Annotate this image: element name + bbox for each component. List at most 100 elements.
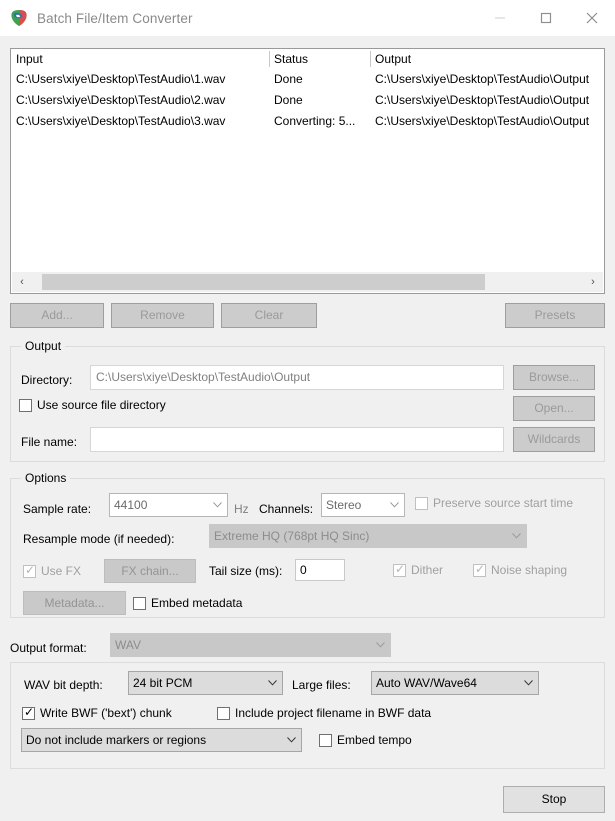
tail-size-input[interactable]: 0 [295,559,345,581]
options-group: Options Sample rate: 44100 Hz Channels: … [10,471,605,618]
resample-mode-label: Resample mode (if needed): [23,532,175,546]
resample-mode-combo[interactable]: Extreme HQ (768pt HQ Sinc) [209,524,527,548]
cell-output: C:\Users\xiye\Desktop\TestAudio\Output [375,114,590,128]
checkbox-box [319,733,332,747]
chevron-down-icon [213,494,222,516]
presets-button[interactable]: Presets [505,303,605,328]
wav-settings-group: WAV bit depth: 24 bit PCM Large files: A… [10,662,605,769]
embed-metadata-label: Embed metadata [151,596,243,610]
file-list-header: Input Status Output [11,49,604,69]
large-files-combo[interactable]: Auto WAV/Wave64 [371,671,539,695]
close-button[interactable] [569,0,615,36]
cell-output: C:\Users\xiye\Desktop\TestAudio\Output [375,93,590,107]
sample-rate-combo[interactable]: 44100 [109,493,228,517]
clear-button[interactable]: Clear [221,303,317,328]
directory-label: Directory: [21,373,73,387]
chevron-down-icon [268,672,277,694]
filename-label: File name: [21,435,78,449]
channels-combo[interactable]: Stereo [321,493,405,517]
markers-regions-combo[interactable]: Do not include markers or regions [21,728,302,752]
scrollbar-thumb[interactable] [42,274,485,290]
checkbox-box: ✓ [393,562,406,577]
use-fx-checkbox[interactable]: ✓ Use FX [23,562,82,578]
maximize-button[interactable] [523,0,569,36]
write-bwf-checkbox[interactable]: ✓ Write BWF ('bext') chunk [22,705,172,720]
output-format-combo[interactable]: WAV [110,633,391,657]
output-format-value: WAV [115,638,141,652]
chevron-down-icon [524,672,533,694]
scroll-left-arrow-icon[interactable]: ‹ [12,272,32,292]
dither-checkbox[interactable]: ✓ Dither [393,562,444,577]
stop-button[interactable]: Stop [503,786,605,813]
cell-input: C:\Users\xiye\Desktop\TestAudio\2.wav [16,93,226,107]
open-button[interactable]: Open... [513,396,595,421]
large-files-label: Large files: [292,678,351,692]
noise-shaping-label: Noise shaping [491,563,568,577]
fx-chain-button[interactable]: FX chain... [104,559,196,583]
checkbox-box [133,596,146,610]
cell-output: C:\Users\xiye\Desktop\TestAudio\Output [375,72,590,86]
minimize-button[interactable] [477,0,523,36]
write-bwf-label: Write BWF ('bext') chunk [40,706,172,720]
chevron-down-icon [287,729,296,751]
cell-status: Done [274,72,303,86]
browse-button[interactable]: Browse... [513,365,595,390]
chevron-down-icon [376,634,385,656]
window-title: Batch File/Item Converter [37,10,193,26]
chevron-down-icon [512,525,521,547]
large-files-value: Auto WAV/Wave64 [376,676,477,690]
table-row[interactable]: C:\Users\xiye\Desktop\TestAudio\3.wav Co… [11,111,604,132]
cell-input: C:\Users\xiye\Desktop\TestAudio\1.wav [16,72,226,86]
embed-tempo-label: Embed tempo [337,733,412,747]
checkbox-box [217,706,230,720]
markers-regions-value: Do not include markers or regions [26,733,207,747]
use-source-file-directory-checkbox[interactable]: Use source file directory [19,398,166,412]
remove-button[interactable]: Remove [111,303,214,328]
table-row[interactable]: C:\Users\xiye\Desktop\TestAudio\2.wav Do… [11,90,604,111]
hz-label: Hz [234,502,249,516]
output-group-title: Output [21,339,66,353]
column-header-output[interactable]: Output [370,49,604,69]
preserve-source-start-time-checkbox[interactable]: Preserve source start time [415,496,573,510]
output-group: Output Directory: C:\Users\xiye\Desktop\… [10,339,605,462]
checkbox-box: ✓ [22,705,35,720]
dither-label: Dither [411,563,444,577]
include-project-filename-checkbox[interactable]: Include project filename in BWF data [217,706,431,720]
checkbox-box: ✓ [23,562,36,578]
checkbox-box [415,496,428,510]
check-icon: ✓ [25,562,36,577]
filename-input[interactable] [90,427,504,452]
scroll-right-arrow-icon[interactable]: › [583,272,603,292]
check-icon: ✓ [475,561,486,576]
column-header-status[interactable]: Status [269,49,370,69]
window-controls [477,0,615,36]
sample-rate-label: Sample rate: [23,502,92,516]
wav-bit-depth-value: 24 bit PCM [133,676,193,690]
channels-value: Stereo [326,498,362,512]
title-bar: Batch File/Item Converter [0,0,615,36]
cell-input: C:\Users\xiye\Desktop\TestAudio\3.wav [16,114,226,128]
wav-bit-depth-combo[interactable]: 24 bit PCM [128,671,283,695]
preserve-source-start-time-label: Preserve source start time [433,496,574,510]
column-header-input[interactable]: Input [11,49,269,69]
embed-tempo-checkbox[interactable]: Embed tempo [319,733,412,747]
wildcards-button[interactable]: Wildcards [513,427,595,452]
include-project-filename-label: Include project filename in BWF data [235,706,432,720]
scrollbar-track[interactable] [32,272,583,292]
channels-label: Channels: [259,502,314,516]
metadata-button[interactable]: Metadata... [23,591,126,615]
sample-rate-value: 44100 [114,498,148,512]
options-group-title: Options [21,471,71,485]
checkbox-box [19,398,32,412]
noise-shaping-checkbox[interactable]: ✓ Noise shaping [473,561,568,577]
reaper-logo-icon [10,9,28,27]
output-format-label: Output format: [10,641,87,655]
embed-metadata-checkbox[interactable]: Embed metadata [133,596,242,610]
directory-input[interactable]: C:\Users\xiye\Desktop\TestAudio\Output [90,365,504,390]
horizontal-scrollbar[interactable]: ‹ › [12,272,603,292]
cell-status: Converting: 5... [274,114,356,128]
add-button[interactable]: Add... [10,303,104,328]
use-fx-label: Use FX [41,564,82,578]
file-list[interactable]: Input Status Output C:\Users\xiye\Deskto… [10,48,605,294]
table-row[interactable]: C:\Users\xiye\Desktop\TestAudio\1.wav Do… [11,69,604,90]
